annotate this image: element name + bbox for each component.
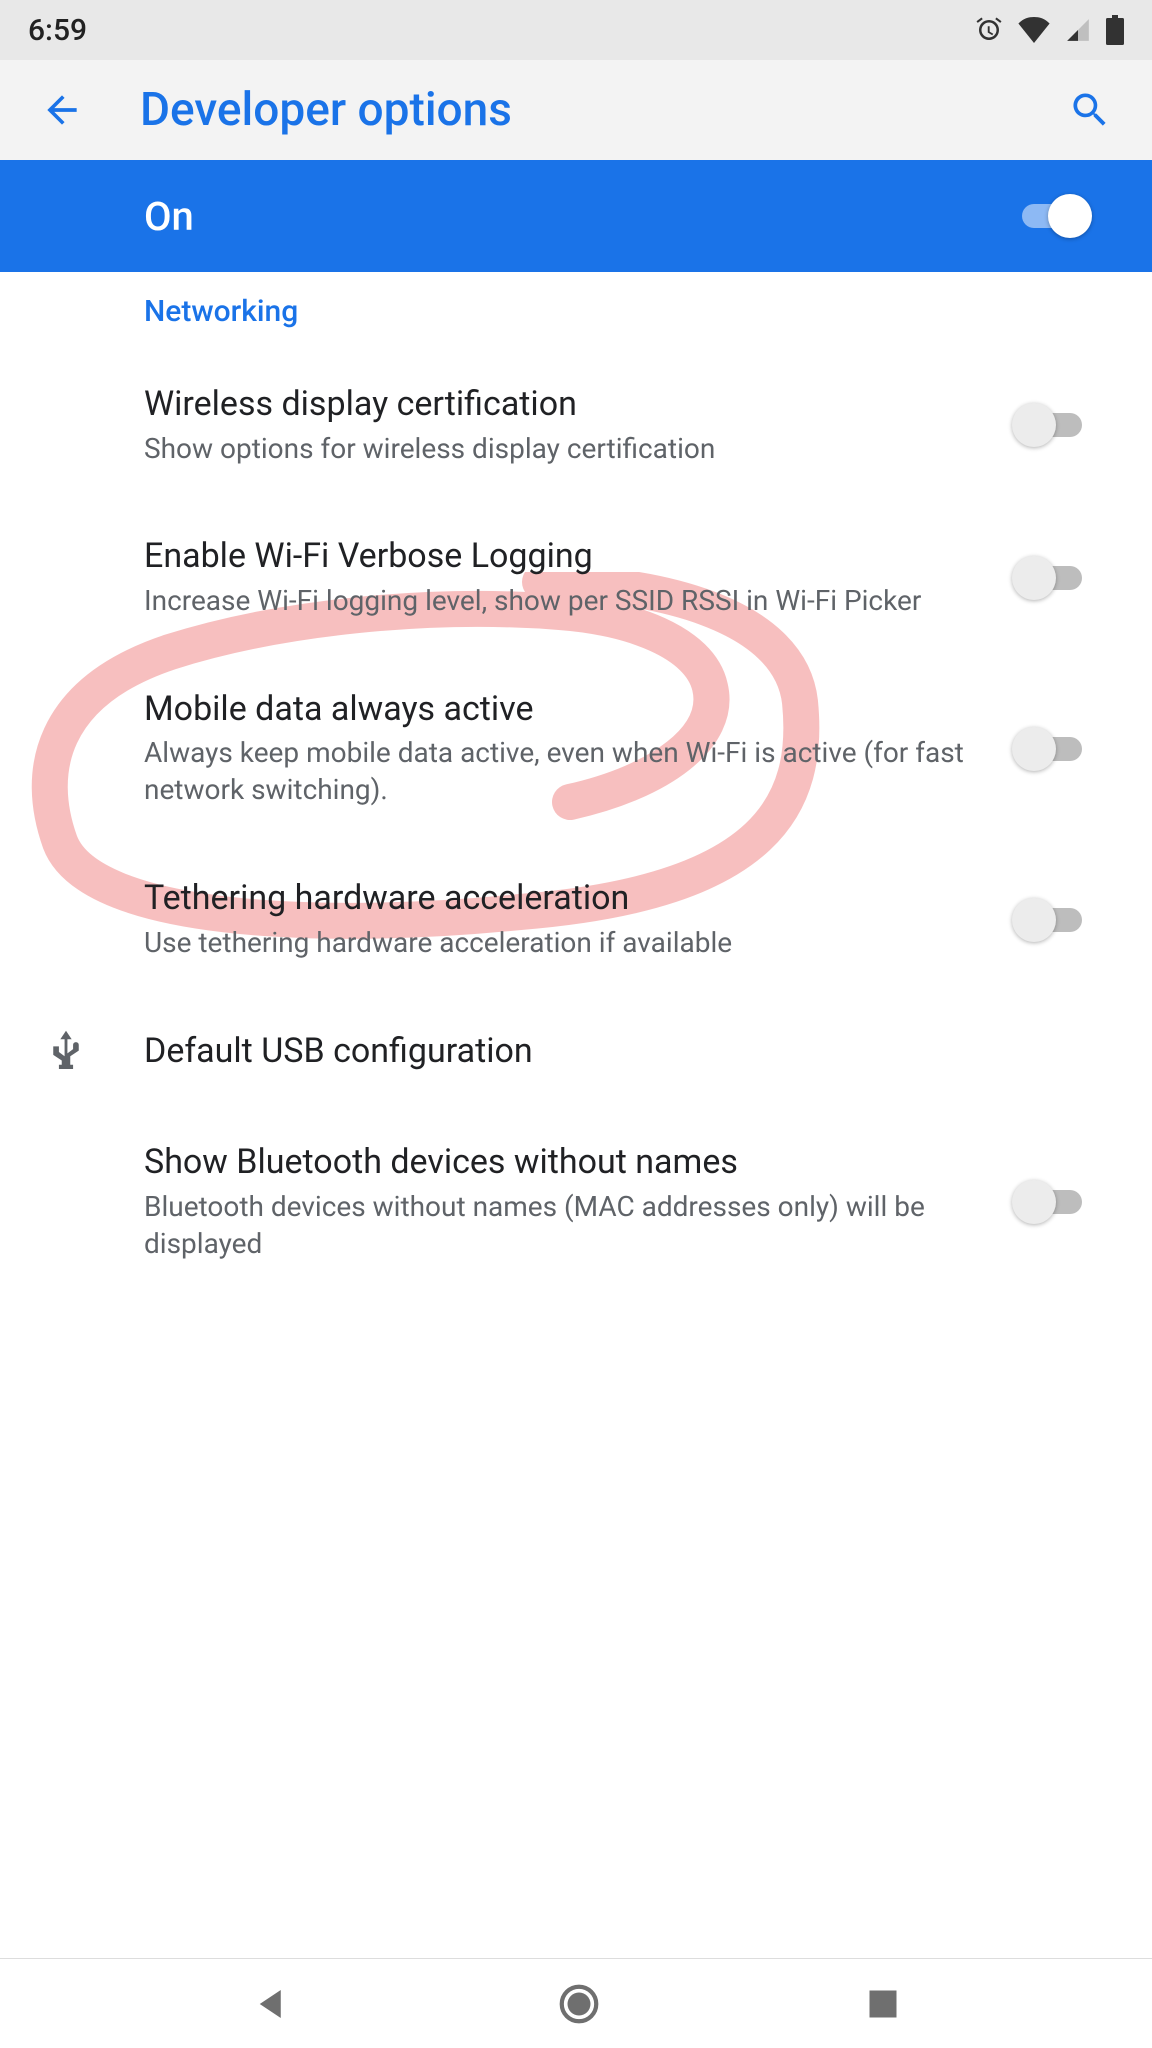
- master-toggle-row[interactable]: On: [0, 160, 1152, 272]
- setting-switch[interactable]: [1012, 556, 1092, 600]
- back-button[interactable]: [40, 88, 84, 132]
- nav-recent-icon: [865, 1986, 901, 2022]
- setting-wifi-verbose-logging[interactable]: Enable Wi-Fi Verbose Logging Increase Wi…: [0, 501, 1152, 653]
- wifi-icon: [1018, 17, 1050, 43]
- page-title: Developer options: [140, 83, 1012, 137]
- setting-switch[interactable]: [1012, 403, 1092, 447]
- setting-desc: Use tethering hardware acceleration if a…: [144, 925, 982, 962]
- usb-icon: [49, 1030, 83, 1074]
- nav-back-button[interactable]: [251, 1983, 293, 2025]
- setting-desc: Bluetooth devices without names (MAC add…: [144, 1189, 982, 1263]
- setting-title: Wireless display certification: [144, 383, 982, 427]
- setting-title: Default USB configuration: [144, 1030, 1062, 1074]
- master-switch[interactable]: [1012, 194, 1092, 238]
- cellular-icon: [1064, 17, 1092, 43]
- status-time: 6:59: [28, 13, 87, 48]
- search-icon: [1068, 88, 1112, 132]
- setting-title: Show Bluetooth devices without names: [144, 1141, 982, 1185]
- setting-title: Mobile data always active: [144, 688, 982, 732]
- setting-mobile-data-always-active[interactable]: Mobile data always active Always keep mo…: [0, 654, 1152, 843]
- setting-desc: Always keep mobile data active, even whe…: [144, 735, 982, 809]
- app-bar: Developer options: [0, 60, 1152, 160]
- nav-recent-button[interactable]: [865, 1986, 901, 2022]
- nav-back-icon: [251, 1983, 293, 2025]
- setting-bt-devices-without-names[interactable]: Show Bluetooth devices without names Blu…: [0, 1107, 1152, 1296]
- setting-wireless-display-cert[interactable]: Wireless display certification Show opti…: [0, 349, 1152, 501]
- setting-switch[interactable]: [1012, 898, 1092, 942]
- setting-title: Enable Wi-Fi Verbose Logging: [144, 535, 982, 579]
- settings-list[interactable]: Networking Wireless display certificatio…: [0, 272, 1152, 1958]
- search-button[interactable]: [1068, 88, 1112, 132]
- setting-tethering-hw-accel[interactable]: Tethering hardware acceleration Use teth…: [0, 843, 1152, 995]
- nav-home-button[interactable]: [556, 1981, 602, 2027]
- nav-home-icon: [556, 1981, 602, 2027]
- setting-desc: Increase Wi-Fi logging level, show per S…: [144, 583, 982, 620]
- setting-title: Tethering hardware acceleration: [144, 877, 982, 921]
- status-bar: 6:59: [0, 0, 1152, 60]
- setting-default-usb-config[interactable]: Default USB configuration: [0, 996, 1152, 1108]
- alarm-icon: [974, 15, 1004, 45]
- navigation-bar: [0, 1958, 1152, 2048]
- setting-switch[interactable]: [1012, 727, 1092, 771]
- setting-desc: Show options for wireless display certif…: [144, 431, 982, 468]
- master-toggle-label: On: [144, 193, 1012, 240]
- status-icons: [974, 15, 1124, 45]
- arrow-back-icon: [40, 88, 84, 132]
- section-header-networking: Networking: [0, 272, 1152, 349]
- battery-icon: [1106, 15, 1124, 45]
- setting-switch[interactable]: [1012, 1180, 1092, 1224]
